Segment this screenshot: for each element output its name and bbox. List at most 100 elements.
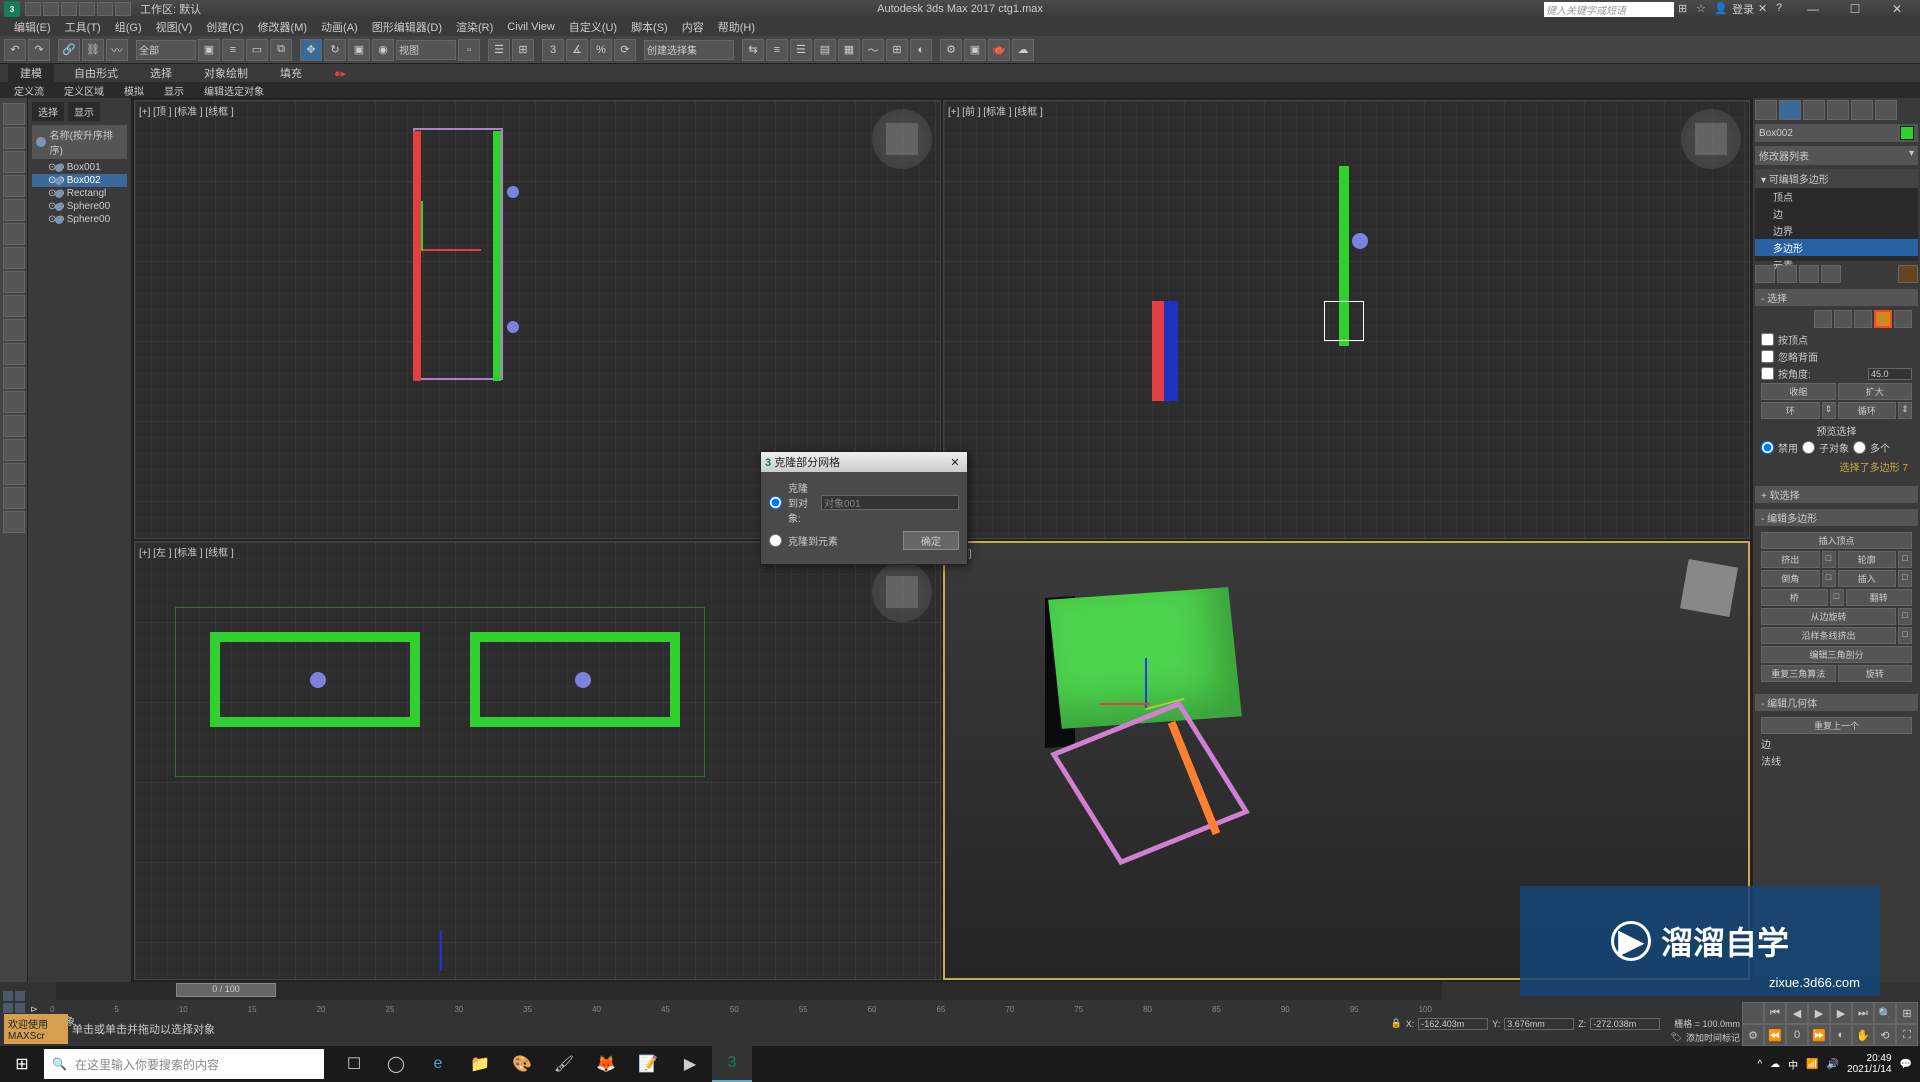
ribbon-toggle-button[interactable]: ▦ xyxy=(838,39,860,61)
qat-new-icon[interactable] xyxy=(25,2,41,16)
se-tool-9[interactable] xyxy=(3,295,25,317)
se-tool-6[interactable] xyxy=(3,223,25,245)
insert-button[interactable]: 插入 xyxy=(1838,570,1897,587)
viewcube-persp[interactable] xyxy=(1680,559,1738,617)
coord-z-field[interactable]: -272.038m xyxy=(1590,1018,1660,1030)
subsel-polygon[interactable] xyxy=(1874,310,1892,328)
rect-select-button[interactable]: ▭ xyxy=(246,39,268,61)
scene-item-sphere2[interactable]: ⊙⊙Sphere00 xyxy=(32,213,127,226)
tray-date[interactable]: 2021/1/14 xyxy=(1847,1064,1892,1075)
menu-rendering[interactable]: 渲染(R) xyxy=(450,17,499,37)
move-button[interactable]: ✥ xyxy=(300,39,322,61)
angle-snap-button[interactable]: ∡ xyxy=(566,39,588,61)
render-a360-button[interactable]: ☁ xyxy=(1012,39,1034,61)
ribbon-sub-display[interactable]: 显示 xyxy=(158,82,190,99)
rollout-geom-header[interactable]: - 编辑几何体 xyxy=(1755,694,1918,711)
app-icon[interactable]: 3 xyxy=(4,1,20,17)
by-vertex-checkbox[interactable] xyxy=(1761,333,1774,346)
nav-pan[interactable]: ✋ xyxy=(1852,1024,1874,1046)
bind-button[interactable]: 〰 xyxy=(106,39,128,61)
task-app3[interactable]: 📝 xyxy=(628,1046,668,1082)
subsel-vertex[interactable] xyxy=(1814,310,1832,328)
menu-civil[interactable]: Civil View xyxy=(501,19,560,35)
extrude-spline-settings[interactable]: □ xyxy=(1898,627,1912,644)
clone-object-name-input[interactable] xyxy=(821,495,959,510)
menu-views[interactable]: 视图(V) xyxy=(150,17,199,37)
hinge-button[interactable]: 从边旋转 xyxy=(1761,608,1896,625)
stack-edge[interactable]: 边 xyxy=(1755,205,1918,222)
hinge-settings[interactable]: □ xyxy=(1898,608,1912,625)
ribbon-sub-defstream[interactable]: 定义流 xyxy=(8,82,50,99)
se-tool-7[interactable] xyxy=(3,247,25,269)
se-tool-15[interactable] xyxy=(3,439,25,461)
gizmo-y-axis[interactable] xyxy=(421,201,423,251)
se-tool-4[interactable] xyxy=(3,175,25,197)
stack-border[interactable]: 边界 xyxy=(1755,222,1918,239)
qat-redo-icon[interactable] xyxy=(97,2,113,16)
task-cortana[interactable]: ◯ xyxy=(376,1046,416,1082)
time-slider-handle[interactable]: 0 / 100 xyxy=(176,983,276,997)
subsel-element[interactable] xyxy=(1894,310,1912,328)
outline-settings[interactable]: □ xyxy=(1898,551,1912,568)
cmd-tab-modify[interactable] xyxy=(1779,100,1801,120)
layers-button[interactable]: ☰ xyxy=(790,39,812,61)
gizmo-x-axis[interactable] xyxy=(421,249,481,251)
viewcube-top[interactable] xyxy=(872,109,932,169)
render-button[interactable]: 🫖 xyxy=(988,39,1010,61)
se-tool-3[interactable] xyxy=(3,151,25,173)
named-sel-set[interactable]: 创建选择集 xyxy=(644,40,734,60)
viewport-left[interactable]: [+] [左 ] [标准 ] [线框 ] xyxy=(134,541,941,980)
anim-play[interactable]: ▶ xyxy=(1808,1002,1830,1024)
extrude-settings[interactable]: □ xyxy=(1822,551,1836,568)
vp-label-top[interactable]: [+] [顶 ] [标准 ] [线框 ] xyxy=(139,103,234,118)
menu-tools[interactable]: 工具(T) xyxy=(59,17,107,37)
persp-gizmo-z[interactable] xyxy=(1145,658,1147,708)
grow-button[interactable]: 扩大 xyxy=(1838,383,1913,400)
material-editor-button[interactable]: ◐ xyxy=(910,39,932,61)
render-setup-button[interactable]: ⚙ xyxy=(940,39,962,61)
anim-frame-field[interactable]: 0 xyxy=(1786,1024,1808,1046)
menu-graph[interactable]: 图形编辑器(D) xyxy=(366,17,448,37)
window-crossing-button[interactable]: ⧉ xyxy=(270,39,292,61)
placement-button[interactable]: ◉ xyxy=(372,39,394,61)
select-button[interactable]: ▣ xyxy=(198,39,220,61)
menu-customize[interactable]: 自定义(U) xyxy=(563,17,623,37)
configure-button[interactable] xyxy=(1898,265,1918,283)
subsel-edge[interactable] xyxy=(1834,310,1852,328)
track-bar[interactable]: ⊳ 05101520253035404550556065707580859095… xyxy=(28,1000,1442,1018)
se-tool-13[interactable] xyxy=(3,391,25,413)
scene-explorer-button[interactable]: ▤ xyxy=(814,39,836,61)
ribbon-tab-fill[interactable]: 填充 xyxy=(268,63,314,83)
star-icon[interactable]: ☆ xyxy=(1696,2,1710,16)
bridge-settings[interactable]: □ xyxy=(1830,589,1844,606)
rotate-button[interactable]: ↻ xyxy=(324,39,346,61)
se-tool-12[interactable] xyxy=(3,367,25,389)
insert-vertex-button[interactable]: 插入顶点 xyxy=(1761,532,1912,549)
menu-modifiers[interactable]: 修改器(M) xyxy=(252,17,314,37)
qat-undo-icon[interactable] xyxy=(79,2,95,16)
select-name-button[interactable]: ≡ xyxy=(222,39,244,61)
ribbon-tab-freeform[interactable]: 自由形式 xyxy=(62,63,130,83)
task-firefox[interactable]: 🦊 xyxy=(586,1046,626,1082)
link-button[interactable]: 🔗 xyxy=(58,39,80,61)
qat-save-icon[interactable] xyxy=(61,2,77,16)
subsel-border[interactable] xyxy=(1854,310,1872,328)
menu-content[interactable]: 内容 xyxy=(676,17,710,37)
by-angle-spinner[interactable]: 45.0 xyxy=(1868,368,1912,380)
pin-stack-button[interactable] xyxy=(1755,265,1775,283)
modifier-stack[interactable]: ▾ 可编辑多边形 顶点 边 边界 多边形 元素 xyxy=(1755,169,1918,261)
pivot-button[interactable]: ▫ xyxy=(458,39,480,61)
ribbon-sub-editsel[interactable]: 编辑选定对象 xyxy=(198,82,270,99)
cmd-tab-create[interactable] xyxy=(1755,100,1777,120)
menu-scripting[interactable]: 脚本(S) xyxy=(625,17,674,37)
se-tab-display[interactable]: 显示 xyxy=(68,102,100,121)
anim-timeconfig[interactable]: ⚙ xyxy=(1742,1024,1764,1046)
remove-mod-button[interactable] xyxy=(1821,265,1841,283)
loop-button[interactable]: 循环 xyxy=(1838,402,1897,419)
se-tool-2[interactable] xyxy=(3,127,25,149)
align-button[interactable]: ≡ xyxy=(766,39,788,61)
cmd-tab-motion[interactable] xyxy=(1827,100,1849,120)
coord-x-field[interactable]: -162.403m xyxy=(1418,1018,1488,1030)
preview-multi-radio[interactable] xyxy=(1853,441,1866,454)
ribbon-sub-sim[interactable]: 模拟 xyxy=(118,82,150,99)
